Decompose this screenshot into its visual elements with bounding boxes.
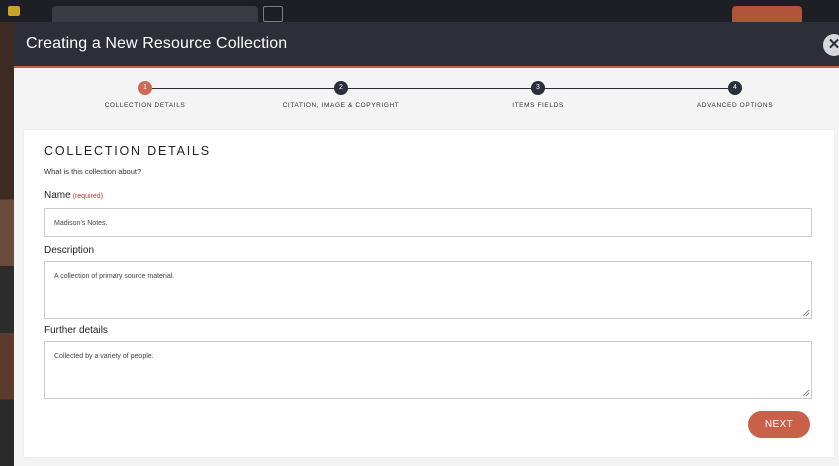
section-subtitle: What is this collection about? <box>44 167 142 176</box>
description-label: Description <box>44 245 95 256</box>
name-label-text: Name <box>44 190 71 201</box>
resize-handle-icon[interactable] <box>803 390 809 396</box>
name-label: Name (required) <box>44 190 103 201</box>
background-topbar <box>0 0 839 22</box>
background-logo <box>8 6 20 16</box>
background-orange-button <box>732 6 802 22</box>
modal-title: Creating a New Resource Collection <box>26 35 288 52</box>
background-left-strip <box>0 22 14 466</box>
description-field[interactable]: A collection of primary source material. <box>44 261 812 319</box>
step-citation-image-copyright[interactable]: 2 CITATION, IMAGE & COPYRIGHT <box>251 81 431 109</box>
description-text: A collection of primary source material. <box>54 273 175 280</box>
step-collection-details[interactable]: 1 COLLECTION DETAILS <box>55 81 235 109</box>
further-details-label: Further details <box>44 325 108 336</box>
step-number: 1 <box>138 81 152 95</box>
collection-details-card: COLLECTION DETAILS What is this collecti… <box>24 130 834 457</box>
section-title: COLLECTION DETAILS <box>44 144 211 158</box>
name-field[interactable]: Madison's Notes. <box>44 208 812 237</box>
resize-handle-icon[interactable] <box>803 310 809 316</box>
background-square-button <box>263 6 283 22</box>
step-label: ITEMS FIELDS <box>512 102 564 109</box>
further-details-field[interactable]: Collected by a variety of people. <box>44 341 812 399</box>
step-items-fields[interactable]: 3 ITEMS FIELDS <box>448 81 628 109</box>
step-number: 2 <box>334 81 348 95</box>
step-label: ADVANCED OPTIONS <box>696 102 774 109</box>
close-icon[interactable]: ✕ <box>823 34 839 56</box>
step-advanced-options[interactable]: 4 ADVANCED OPTIONS <box>645 81 825 109</box>
step-number: 4 <box>728 81 742 95</box>
further-details-text: Collected by a variety of people. <box>54 353 154 360</box>
next-button[interactable]: NEXT <box>748 411 810 438</box>
progress-stepper: 1 COLLECTION DETAILS 2 CITATION, IMAGE &… <box>14 70 839 130</box>
required-marker: (required) <box>72 193 104 200</box>
step-number: 3 <box>531 81 545 95</box>
step-label: COLLECTION DETAILS <box>104 102 186 109</box>
background-search-bar <box>52 6 258 22</box>
new-collection-modal: Creating a New Resource Collection ✕ 1 C… <box>14 22 839 466</box>
modal-header: Creating a New Resource Collection ✕ <box>14 22 839 68</box>
step-label: CITATION, IMAGE & COPYRIGHT <box>282 102 400 109</box>
